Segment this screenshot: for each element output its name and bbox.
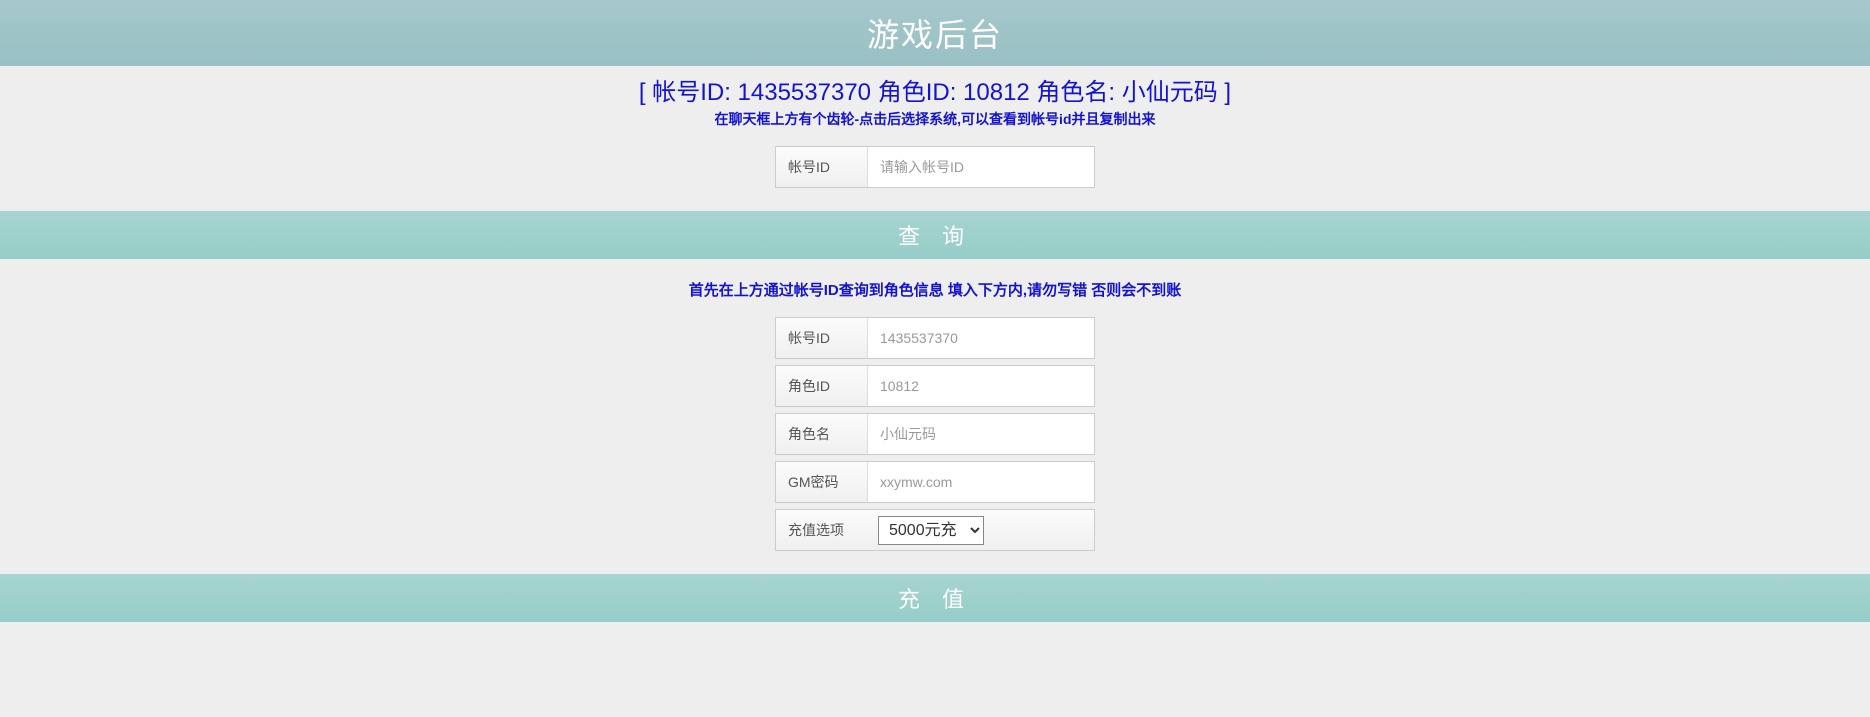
role-name-label: 角色名 [776,414,868,454]
role-id-group: 角色ID [775,365,1095,407]
account-id-input[interactable] [868,147,1094,187]
recharge-option-label: 充值选项 [776,510,868,550]
recharge-option-group: 充值选项 5000元充 [775,509,1095,551]
account-id-label: 帐号ID [776,147,868,187]
role-name-group: 角色名 [775,413,1095,455]
recharge-account-id-input[interactable] [868,318,1094,358]
recharge-account-id-group: 帐号ID [775,317,1095,359]
gm-password-input[interactable] [868,462,1094,502]
account-id-group: 帐号ID [775,146,1095,188]
page-title: 游戏后台 [0,0,1870,66]
section1-help-text: 在聊天框上方有个齿轮-点击后选择系统,可以查看到帐号id并且复制出来 [0,109,1870,143]
recharge-button[interactable]: 充 值 [0,574,1870,622]
role-name-input[interactable] [868,414,1094,454]
account-info-display: [ 帐号ID: 1435537370 角色ID: 10812 角色名: 小仙元码… [0,66,1870,109]
section2-help-text: 首先在上方通过帐号ID查询到角色信息 填入下方内,请勿写错 否则会不到账 [0,259,1870,314]
section1-form: 帐号ID [0,143,1870,211]
gm-password-group: GM密码 [775,461,1095,503]
role-id-label: 角色ID [776,366,868,406]
query-button[interactable]: 查 询 [0,211,1870,259]
role-id-input[interactable] [868,366,1094,406]
recharge-option-select[interactable]: 5000元充 [878,516,984,545]
gm-password-label: GM密码 [776,462,868,502]
recharge-account-id-label: 帐号ID [776,318,868,358]
section2-form: 帐号ID 角色ID 角色名 GM密码 充值选项 5000元充 [0,314,1870,574]
